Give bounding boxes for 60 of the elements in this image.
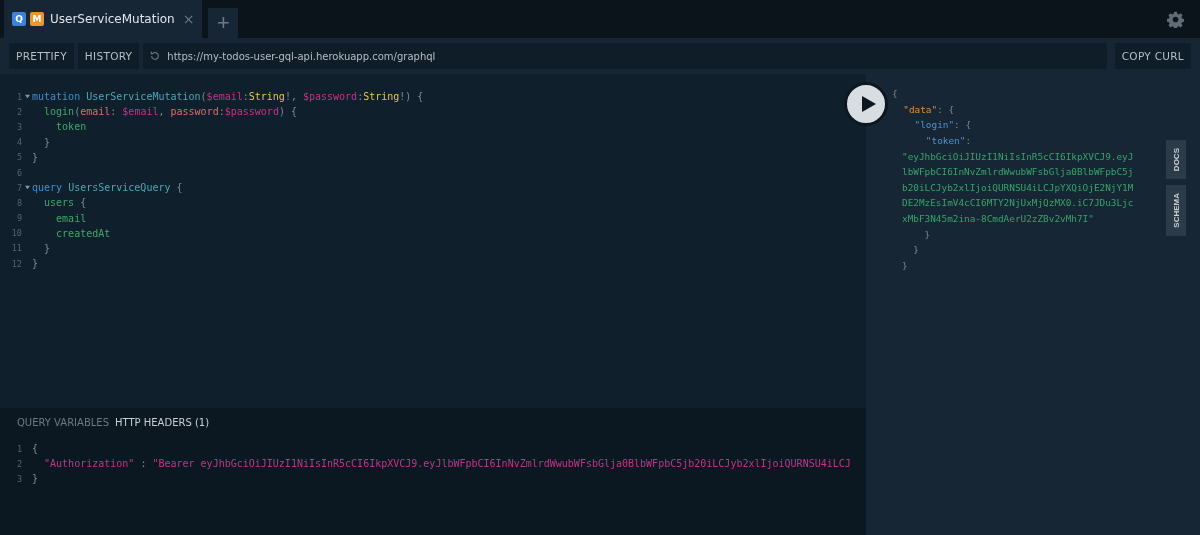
- line-number: 8: [15, 197, 22, 208]
- toolbar-button[interactable]: HISTORY: [77, 43, 140, 69]
- operation-badge: M: [30, 12, 44, 26]
- code-line: mutation UserServiceMutation($email:String!, $password:String!) {: [32, 91, 424, 103]
- code-line: token: [55, 121, 87, 133]
- line-number: 3: [15, 121, 22, 132]
- result-line: {: [892, 88, 898, 100]
- line-number: 12: [10, 258, 22, 269]
- code-line: createdAt: [55, 227, 111, 239]
- code-line: }: [32, 473, 39, 485]
- result-line: b20iLCJyb2xlIjoiQURNSU4iLCJpYXQiOjE2NjY1M: [902, 181, 1134, 193]
- result-line: "login": {: [913, 119, 972, 131]
- code-line: }: [43, 136, 51, 148]
- code-line: "Authorization" : "Bearer eyJhbGciOiJIUzI1NiIsInR5cCI6IkpXVCJ9.eyJlbWFpbCI6InNvZmlrdWwubWFsbGlja0BlbWFpbC5jb20iLCJyb2xlIjoiQURNSU4iLCJ: [43, 458, 851, 470]
- side-tab[interactable]: DOCS: [1166, 140, 1186, 180]
- close-button[interactable]: ×: [182, 11, 195, 27]
- line-number: 6: [15, 167, 22, 178]
- url-field[interactable]: https://my-todos-user-gql-api.herokuapp.com/graphql: [143, 43, 1107, 69]
- line-number: 5: [15, 152, 22, 163]
- result-line: "eyJhbGciOiJIUzI1NiIsInR5cCI6IkpXVCJ9.eyJ: [902, 150, 1134, 162]
- fold-arrow-icon[interactable]: [24, 185, 30, 191]
- tab-title: UserServiceMutation: [50, 12, 175, 26]
- result-line: "token":: [924, 135, 972, 147]
- code-line: login(email: $email, password:$password) {: [43, 106, 297, 118]
- result-line: }: [912, 244, 919, 256]
- result-line: DE2MzEsImV4cCI6MTY2NjUxMjQzMX0.iC7JDu3Ljc: [902, 197, 1134, 209]
- result-line: }: [923, 228, 931, 240]
- panel-tab[interactable]: QUERY VARIABLES: [17, 417, 109, 428]
- fold-arrow-icon[interactable]: [24, 94, 30, 100]
- line-number: 7: [15, 182, 22, 193]
- code-line: }: [43, 242, 51, 254]
- panel-tab[interactable]: HTTP HEADERS (1): [115, 417, 210, 428]
- line-number: 4: [15, 137, 22, 148]
- code-line: query UsersServiceQuery {: [32, 182, 183, 194]
- code-line: {: [32, 443, 39, 455]
- line-number: 9: [15, 213, 22, 224]
- line-number: 2: [15, 106, 22, 117]
- line-number: 1: [15, 91, 22, 102]
- query-tab[interactable]: Q M UserServiceMutation ×: [4, 0, 203, 38]
- result-line: xMbF3N45m2ina-8CmdAerU2zZBv2vMh7I": [902, 213, 1094, 225]
- toolbar-button[interactable]: PRETTIFY: [9, 43, 74, 69]
- url-text: https://my-todos-user-gql-api.herokuapp.com/graphql: [167, 50, 436, 62]
- code-line: }: [32, 258, 39, 270]
- operation-badge: Q: [12, 12, 26, 26]
- code-line: }: [32, 151, 39, 163]
- result-line: lbWFpbCI6InNvZmlrdWwubWFsbGlja0BlbWFpbC5j: [902, 166, 1134, 178]
- result-line: }: [902, 259, 908, 271]
- line-number: 11: [10, 243, 22, 254]
- code-line: users {: [43, 197, 87, 209]
- copy-curl-button[interactable]: COPY CURL: [1114, 43, 1191, 69]
- line-number: 1: [15, 443, 22, 454]
- reload-icon[interactable]: [149, 50, 162, 62]
- line-number: 2: [15, 458, 22, 469]
- line-number: 3: [15, 473, 22, 484]
- side-tab[interactable]: SCHEMA: [1166, 185, 1186, 236]
- new-tab-button[interactable]: +: [208, 8, 239, 38]
- result-line: "data": {: [902, 103, 955, 115]
- code-line: email: [55, 212, 87, 224]
- settings-icon[interactable]: [1167, 11, 1184, 28]
- line-number: 10: [10, 228, 22, 239]
